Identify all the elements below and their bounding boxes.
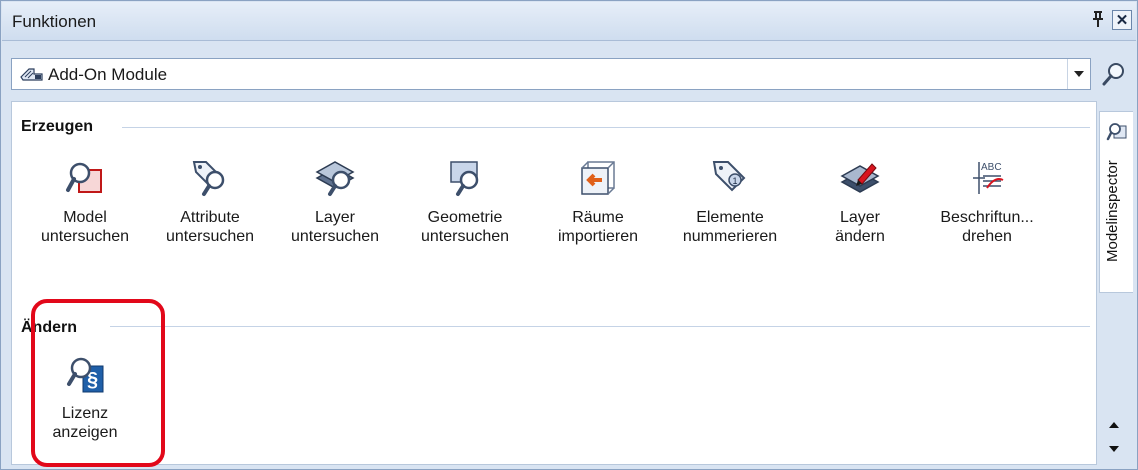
addon-module-icon [20, 68, 43, 81]
layer-edit-button[interactable]: Layer ändern [800, 158, 920, 246]
svg-text:1: 1 [733, 176, 738, 186]
functions-window: Funktionen ✕ Add-On Module Erzeugen Mode… [0, 0, 1138, 470]
title-bar: Funktionen ✕ [2, 2, 1136, 41]
elements-number-button[interactable]: 1 Elemente nummerieren [670, 158, 790, 246]
label-rotate-icon: ABC [973, 162, 1004, 194]
model-inspect-icon [66, 162, 102, 193]
tool-label: Layer untersuchen [290, 209, 380, 245]
attribute-inspect-icon [192, 161, 225, 196]
geometry-inspect-button[interactable]: Geometrie untersuchen [405, 158, 525, 246]
chevron-down-icon [1074, 71, 1084, 78]
tool-label: Lizenz anzeigen [52, 405, 118, 441]
pin-button[interactable] [1088, 10, 1108, 30]
model-inspect-button[interactable]: Model untersuchen [25, 158, 145, 246]
chevron-down-icon [1109, 446, 1119, 452]
tool-label: Elemente nummerieren [682, 209, 778, 245]
scroll-up-button[interactable] [1109, 417, 1119, 431]
tool-label: Attribute untersuchen [165, 209, 255, 245]
section-title-erzeugen: Erzeugen [21, 118, 102, 136]
tool-label: Geometrie untersuchen [420, 209, 510, 245]
attribute-inspect-button[interactable]: Attribute untersuchen [150, 158, 270, 246]
section-divider [122, 127, 1090, 128]
dropdown-value: Add-On Module [48, 65, 168, 84]
layer-edit-icon [840, 163, 880, 193]
close-icon: ✕ [1115, 12, 1129, 29]
elements-number-icon: 1 [712, 161, 746, 192]
search-button[interactable] [1099, 59, 1129, 89]
svg-text:ABC: ABC [981, 162, 1002, 173]
pin-icon [1093, 11, 1103, 27]
section-title-aendern: Ändern [21, 319, 85, 337]
tool-label: Layer ändern [835, 209, 885, 245]
chevron-up-icon [1109, 422, 1119, 428]
section-divider [110, 326, 1090, 327]
side-tab-label: Modelinspector [1104, 160, 1121, 262]
scroll-down-button[interactable] [1109, 441, 1119, 455]
tool-label: Räume importieren [557, 209, 639, 245]
license-show-button[interactable]: § Lizenz anzeigen [25, 354, 145, 442]
layer-inspect-button[interactable]: Layer untersuchen [275, 158, 395, 246]
window-title: Funktionen [12, 12, 97, 31]
rooms-import-button[interactable]: Räume importieren [538, 158, 658, 246]
layer-inspect-icon [315, 161, 355, 196]
search-icon [1102, 63, 1124, 86]
side-rail: Modelinspector [1099, 111, 1133, 461]
tool-panel: Erzeugen Model untersuchen Attribute unt… [11, 101, 1097, 465]
module-dropdown[interactable]: Add-On Module [11, 58, 1091, 90]
dropdown-arrow[interactable] [1067, 59, 1090, 89]
geometry-inspect-icon [450, 161, 479, 196]
side-tab-modelinspector[interactable]: Modelinspector [1099, 111, 1133, 293]
tool-label: Model untersuchen [40, 209, 130, 245]
close-button[interactable]: ✕ [1112, 10, 1132, 30]
rooms-import-icon [581, 161, 615, 195]
license-show-icon: § [67, 357, 104, 393]
modelinspector-icon [1106, 123, 1127, 141]
label-rotate-button[interactable]: ABC Beschriftun... drehen [927, 158, 1047, 246]
tool-label: Beschriftun... drehen [940, 209, 1034, 245]
